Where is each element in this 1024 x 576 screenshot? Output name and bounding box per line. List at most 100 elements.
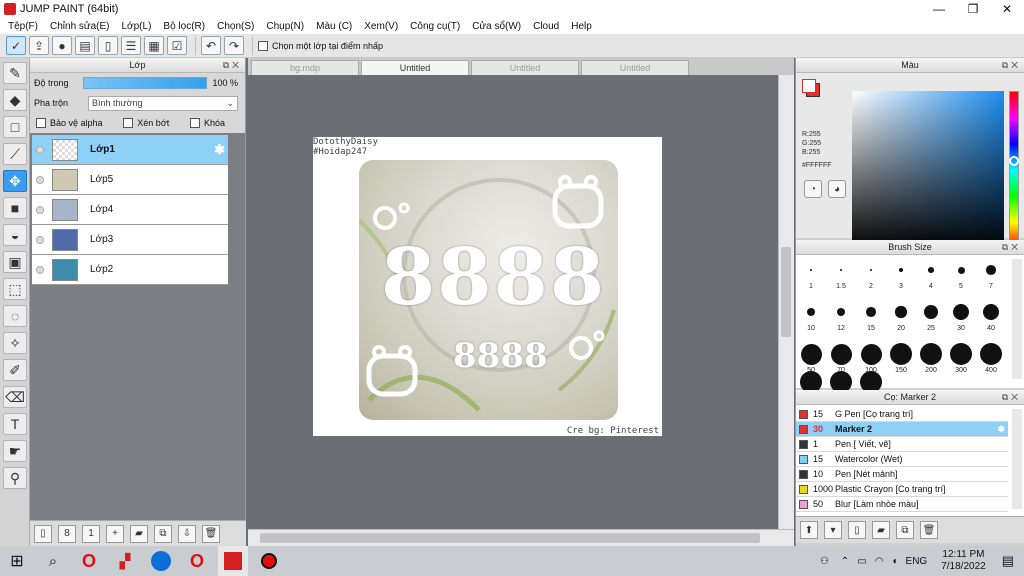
layer-item-lop4[interactable]: Lớp4: [32, 195, 228, 225]
blend-mode-select[interactable]: Bình thường ⌄: [88, 95, 239, 111]
clock[interactable]: 12:11 PM 7/18/2022: [941, 549, 986, 573]
brush-size-option[interactable]: 400: [976, 342, 1006, 374]
text-tool-icon[interactable]: T: [3, 413, 27, 435]
trash-icon[interactable]: 🗑: [202, 524, 220, 543]
rectangle-tool-icon[interactable]: □: [3, 116, 27, 138]
page-icon[interactable]: ▯: [98, 36, 118, 55]
layer-item-lop1[interactable]: Lớp1 ✱: [32, 135, 228, 165]
hand-tool-icon[interactable]: ☛: [3, 440, 27, 462]
magic-wand-icon[interactable]: ✧: [3, 332, 27, 354]
brush-size-scrollbar[interactable]: [1012, 259, 1022, 379]
brush-item[interactable]: 50 Blur [Làm nhòe màu]: [796, 497, 1008, 512]
brush-size-option[interactable]: 2: [856, 259, 886, 290]
brush-size-option[interactable]: 1: [796, 259, 826, 290]
visibility-icon[interactable]: [36, 175, 44, 184]
brush-item[interactable]: 15 Watercolor (Wet): [796, 452, 1008, 467]
brush-size-option[interactable]: 100: [856, 343, 886, 374]
panel-controls-icon[interactable]: ⧉✕: [1002, 390, 1021, 405]
battery-icon[interactable]: ▭: [857, 556, 866, 567]
eraser-tool-icon[interactable]: ◆: [3, 89, 27, 111]
brush-size-option[interactable]: 150: [886, 342, 916, 374]
list-icon[interactable]: ☰: [121, 36, 141, 55]
windows-start-icon[interactable]: ⊞: [2, 546, 32, 576]
speech-bubble-icon[interactable]: ●: [52, 36, 72, 55]
visibility-icon[interactable]: [36, 235, 44, 244]
brush-copy-icon[interactable]: ⧉: [896, 521, 914, 539]
duplicate-layer-icon[interactable]: ⧉: [154, 524, 172, 543]
brush-page-icon[interactable]: ▯: [848, 521, 866, 539]
brush-list-scrollbar[interactable]: [1012, 409, 1022, 509]
brush-size-option[interactable]: 3: [886, 259, 916, 290]
brush-size-option[interactable]: 40: [976, 301, 1006, 332]
menu-window[interactable]: Cửa sổ(W): [466, 21, 527, 32]
menu-select[interactable]: Chọn(S): [211, 21, 260, 32]
brush-size-option[interactable]: 70: [826, 343, 856, 374]
jump-paint-taskbar-icon[interactable]: [218, 546, 248, 576]
visibility-icon[interactable]: [36, 265, 44, 274]
tab-untitled-3[interactable]: Untitled: [581, 60, 689, 75]
app-grid-icon[interactable]: ▞: [110, 546, 140, 576]
brush-add-icon[interactable]: ⬆: [800, 521, 818, 539]
brush-size-option[interactable]: 50: [796, 343, 826, 374]
brush-size-option[interactable]: 25: [916, 301, 946, 332]
brush-size-option[interactable]: 12: [826, 301, 856, 332]
export-icon[interactable]: ⇪: [29, 36, 49, 55]
clipping-checkbox[interactable]: [123, 118, 134, 129]
tab-untitled-2[interactable]: Untitled: [471, 60, 579, 75]
lasso-select-icon[interactable]: ◌: [3, 305, 27, 327]
redo-button[interactable]: ↷: [224, 36, 244, 55]
opacity-slider[interactable]: [82, 77, 207, 89]
comment-icon[interactable]: ▤: [75, 36, 95, 55]
trash-icon[interactable]: 🗑: [920, 521, 938, 539]
grid-settings-icon[interactable]: ▦: [144, 36, 164, 55]
brush-size-option[interactable]: 15: [856, 301, 886, 332]
brush-size-option[interactable]: 4: [916, 259, 946, 290]
saturation-value-picker[interactable]: [852, 91, 1004, 249]
gradient-tool-icon[interactable]: ▣: [3, 251, 27, 273]
brush-item[interactable]: 1 Pen [ Viết, vẽ]: [796, 437, 1008, 452]
volume-icon[interactable]: ◖: [891, 556, 897, 567]
merge-layer-icon[interactable]: ⇩: [178, 524, 196, 543]
move-tool-icon[interactable]: ✥: [3, 170, 27, 192]
brush-size-option[interactable]: 7: [976, 259, 1006, 290]
rect-select-icon[interactable]: ⬚: [3, 278, 27, 300]
add-layer-menu-icon[interactable]: +: [106, 524, 124, 543]
visibility-icon[interactable]: [36, 205, 44, 214]
bucket-tool-icon[interactable]: ◒: [3, 224, 27, 246]
menu-color[interactable]: Màu (C): [310, 21, 358, 32]
brush-size-option[interactable]: 300: [946, 342, 976, 374]
layer-select-icon[interactable]: ✓: [6, 36, 26, 55]
scroll-thumb[interactable]: [260, 533, 760, 543]
opera-icon-2[interactable]: O: [182, 546, 212, 576]
protect-alpha-checkbox[interactable]: [36, 118, 46, 129]
line-tool-icon[interactable]: ⟋: [3, 143, 27, 165]
record-icon[interactable]: [254, 546, 284, 576]
menu-edit[interactable]: Chỉnh sửa(E): [44, 21, 116, 32]
brush-size-option[interactable]: 200: [916, 342, 946, 374]
eyedropper-tool-icon[interactable]: ⚲: [3, 467, 27, 489]
select-layer-checkbox[interactable]: [258, 40, 268, 51]
undo-button[interactable]: ↶: [201, 36, 221, 55]
visibility-icon[interactable]: [36, 145, 44, 154]
scroll-thumb[interactable]: [781, 247, 791, 337]
brush-size-option[interactable]: 20: [886, 301, 916, 332]
brush-item[interactable]: 1000 Plastic Crayon [Cọ trang trí]: [796, 482, 1008, 497]
menu-file[interactable]: Tệp(F): [2, 21, 44, 32]
foreground-color-swatch[interactable]: [802, 79, 816, 93]
folder-icon[interactable]: ▰: [130, 524, 148, 543]
brush-tool-icon[interactable]: ✎: [3, 62, 27, 84]
zalo-icon[interactable]: [146, 546, 176, 576]
menu-layer[interactable]: Lớp(L): [116, 21, 158, 32]
panel-controls-icon[interactable]: ⧉✕: [1002, 58, 1021, 73]
brush-item[interactable]: 30 Marker 2 ✱: [796, 422, 1008, 437]
brush-size-option[interactable]: 1.5: [826, 259, 856, 290]
gear-icon[interactable]: ✱: [997, 424, 1005, 435]
chevron-up-icon[interactable]: ⌃: [841, 556, 849, 567]
brush-menu-icon[interactable]: ▾: [824, 521, 842, 539]
brush-item[interactable]: 15 G Pen [Cọ trang trí]: [796, 407, 1008, 422]
layer-item-lop5[interactable]: Lớp5: [32, 165, 228, 195]
gear-icon[interactable]: ✱: [214, 142, 225, 158]
palette-settings-icon[interactable]: ◕: [828, 180, 846, 198]
new-layer-1bit-icon[interactable]: 1: [82, 524, 100, 543]
brush-size-option[interactable]: 10: [796, 301, 826, 332]
